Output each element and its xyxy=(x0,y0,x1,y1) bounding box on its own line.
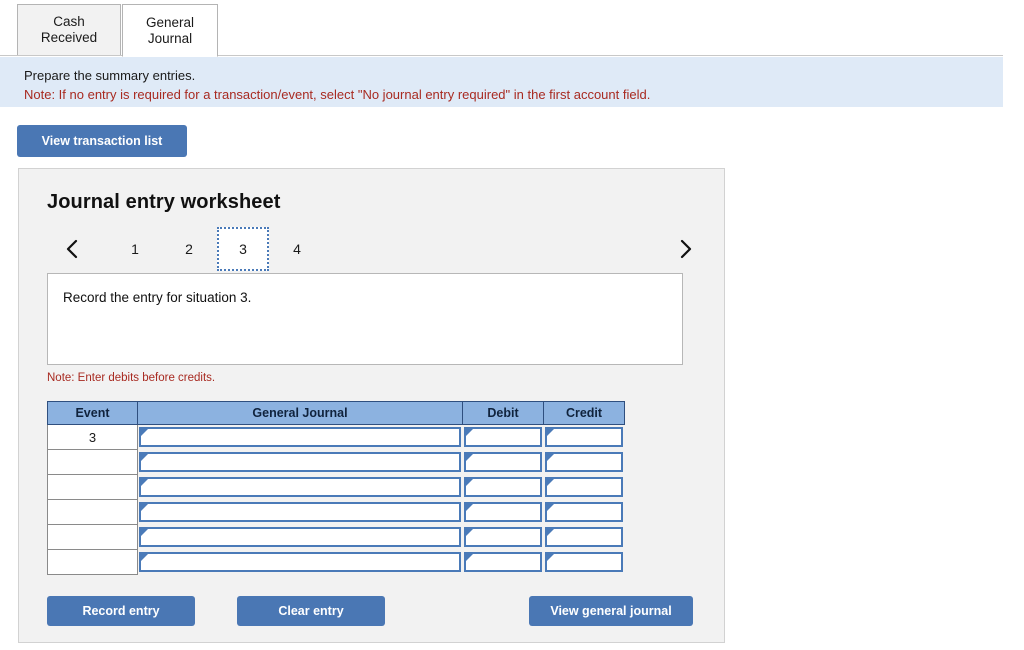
credit-cell xyxy=(544,450,625,475)
table-row xyxy=(47,549,625,575)
table-row xyxy=(47,474,625,500)
pager-page-2-label: 2 xyxy=(185,241,193,257)
record-entry-label: Record entry xyxy=(82,604,160,618)
account-select-input[interactable] xyxy=(139,527,461,547)
account-select-input[interactable] xyxy=(139,427,461,448)
debit-input[interactable] xyxy=(463,502,542,522)
debit-cell xyxy=(463,475,544,500)
chevron-left-icon[interactable] xyxy=(55,227,89,271)
general-journal-cell xyxy=(138,475,463,500)
general-journal-cell xyxy=(138,550,463,575)
tab-strip: Cash Received General Journal xyxy=(0,0,1024,57)
debit-cell xyxy=(463,450,544,475)
general-journal-cell xyxy=(138,450,463,475)
credit-input[interactable] xyxy=(544,552,623,572)
tab-cash-received-label: Cash Received xyxy=(40,14,98,45)
pager-page-1-label: 1 xyxy=(131,241,139,257)
instruction-banner: Prepare the summary entries. Note: If no… xyxy=(0,57,1003,107)
debit-cell xyxy=(463,425,544,450)
view-general-journal-button[interactable]: View general journal xyxy=(529,596,693,626)
event-cell xyxy=(47,549,138,575)
situation-prompt-box: Record the entry for situation 3. xyxy=(47,273,683,365)
tab-general-journal[interactable]: General Journal xyxy=(122,4,218,57)
debit-input[interactable] xyxy=(463,527,542,547)
table-row: 3 xyxy=(47,424,625,450)
page-title: Journal entry worksheet xyxy=(47,191,281,213)
debits-before-credits-note: Note: Enter debits before credits. xyxy=(47,372,216,384)
credit-cell xyxy=(544,550,625,575)
column-header-debit: Debit xyxy=(462,401,544,425)
general-journal-cell xyxy=(138,500,463,525)
debit-input[interactable] xyxy=(463,552,542,572)
account-select-input[interactable] xyxy=(139,477,461,497)
credit-cell xyxy=(544,475,625,500)
debit-input[interactable] xyxy=(463,452,542,472)
pager-page-2[interactable]: 2 xyxy=(163,227,215,271)
debit-cell xyxy=(463,500,544,525)
pager-page-3-label: 3 xyxy=(239,241,247,257)
event-cell xyxy=(47,524,138,550)
chevron-right-icon[interactable] xyxy=(669,227,703,271)
event-cell xyxy=(47,474,138,500)
account-select-input[interactable] xyxy=(139,502,461,522)
column-header-credit: Credit xyxy=(543,401,625,425)
column-header-general-journal: General Journal xyxy=(137,401,463,425)
view-general-journal-label: View general journal xyxy=(550,604,672,618)
credit-input[interactable] xyxy=(544,452,623,472)
general-journal-cell xyxy=(138,425,463,450)
column-header-event: Event xyxy=(47,401,138,425)
general-journal-cell xyxy=(138,525,463,550)
record-entry-button[interactable]: Record entry xyxy=(47,596,195,626)
account-select-input[interactable] xyxy=(139,452,461,472)
pager-page-3[interactable]: 3 xyxy=(217,227,269,271)
clear-entry-button[interactable]: Clear entry xyxy=(237,596,385,626)
credit-cell xyxy=(544,425,625,450)
journal-entry-worksheet-panel: Journal entry worksheet 1 2 3 4 Record t… xyxy=(18,168,725,643)
table-row xyxy=(47,499,625,525)
table-row xyxy=(47,524,625,550)
event-cell xyxy=(47,499,138,525)
table-header-row: Event General Journal Debit Credit xyxy=(47,401,625,425)
event-cell: 3 xyxy=(47,424,138,450)
debit-input[interactable] xyxy=(463,477,542,497)
journal-entry-table: Event General Journal Debit Credit 3 xyxy=(47,401,625,575)
pager-page-4[interactable]: 4 xyxy=(271,227,323,271)
table-row xyxy=(47,449,625,475)
account-select-input[interactable] xyxy=(139,552,461,572)
view-transaction-list-button[interactable]: View transaction list xyxy=(17,125,187,157)
tab-general-journal-label: General Journal xyxy=(145,14,195,46)
credit-input[interactable] xyxy=(544,427,623,448)
credit-input[interactable] xyxy=(544,477,623,497)
clear-entry-label: Clear entry xyxy=(278,604,344,618)
instruction-note: Note: If no entry is required for a tran… xyxy=(24,87,651,102)
worksheet-pager: 1 2 3 4 xyxy=(41,227,701,271)
credit-input[interactable] xyxy=(544,527,623,547)
event-cell xyxy=(47,449,138,475)
tab-cash-received[interactable]: Cash Received xyxy=(17,4,121,56)
view-transaction-list-label: View transaction list xyxy=(41,134,163,148)
debit-cell xyxy=(463,525,544,550)
pager-page-4-label: 4 xyxy=(293,241,301,257)
pager-page-1[interactable]: 1 xyxy=(109,227,161,271)
debit-input[interactable] xyxy=(463,427,542,448)
debit-cell xyxy=(463,550,544,575)
credit-cell xyxy=(544,500,625,525)
situation-prompt-text: Record the entry for situation 3. xyxy=(63,290,252,305)
credit-cell xyxy=(544,525,625,550)
credit-input[interactable] xyxy=(544,502,623,522)
instruction-primary: Prepare the summary entries. xyxy=(24,68,196,83)
